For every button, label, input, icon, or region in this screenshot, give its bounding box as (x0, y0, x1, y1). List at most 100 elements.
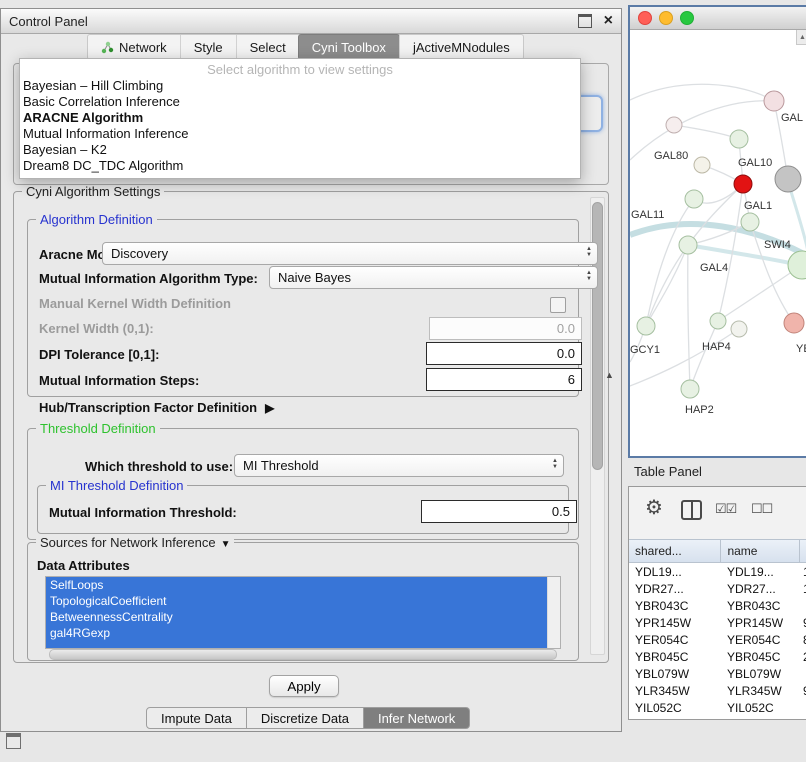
table-cell[interactable]: YBL079W (629, 667, 721, 681)
list-horizontal-scrollbar[interactable] (49, 649, 557, 660)
panel-splitter-arrow[interactable]: ▲ (605, 370, 614, 380)
attribute-list-item[interactable]: TopologicalCoefficient (46, 593, 548, 609)
tab-jactivemnodules[interactable]: jActiveMNodules (399, 35, 523, 59)
network-node[interactable] (731, 321, 747, 337)
table-cell[interactable]: YPR145W (721, 616, 799, 630)
network-window-titlebar[interactable] (630, 7, 806, 30)
table-cell[interactable]: YER054C (629, 633, 721, 647)
network-edge[interactable] (630, 329, 739, 386)
tab-network[interactable]: Network (88, 35, 180, 59)
tab-style[interactable]: Style (180, 35, 236, 59)
column-header[interactable]: shared... (629, 540, 721, 562)
close-icon[interactable]: × (604, 13, 613, 29)
network-node[interactable] (784, 313, 804, 333)
dropdown-item[interactable]: Dream8 DC_TDC Algorithm (20, 158, 580, 174)
table-row[interactable]: YDL19...YDL19...13 (629, 563, 806, 580)
network-edge[interactable] (674, 125, 739, 139)
deselect-all-columns-icon[interactable]: ☐☐ (751, 501, 772, 517)
gear-icon[interactable]: ⚙ (645, 495, 663, 520)
column-header[interactable] (800, 540, 806, 562)
network-node[interactable] (679, 236, 697, 254)
list-scrollbar-track[interactable] (547, 577, 560, 648)
data-attributes-list[interactable]: SelfLoopsTopologicalCoefficientBetweenne… (45, 576, 561, 649)
dropdown-item[interactable]: Mutual Information Inference (20, 126, 580, 142)
table-cell[interactable]: 9. (799, 684, 806, 698)
table-row[interactable]: YLR345WYLR345W9. (629, 682, 806, 699)
dropdown-item[interactable]: Basic Correlation Inference (20, 94, 580, 110)
table-row[interactable]: YBL079WYBL079W (629, 665, 806, 682)
attribute-list-item[interactable]: gal4RGexp (46, 625, 548, 641)
network-node[interactable] (741, 213, 759, 231)
network-canvas[interactable]: GALGAL80GAL10GAL11GAL1SWI4GAL4GCY1HAP4YE… (630, 30, 806, 455)
table-cell[interactable]: YLR345W (629, 684, 721, 698)
network-node[interactable] (637, 317, 655, 335)
mi-threshold-field[interactable]: 0.5 (421, 500, 577, 523)
canvas-scroll-up-button[interactable]: ▲ (796, 30, 806, 45)
tab-impute-data[interactable]: Impute Data (146, 707, 247, 729)
tab-discretize-data[interactable]: Discretize Data (247, 707, 364, 729)
apply-button[interactable]: Apply (269, 675, 339, 697)
mi-steps-field[interactable]: 6 (426, 368, 582, 391)
attribute-list-item[interactable]: SelfLoops (46, 577, 548, 593)
table-cell[interactable]: 12 (799, 582, 806, 596)
dropdown-item-selected[interactable]: ARACNE Algorithm (20, 110, 580, 126)
table-row[interactable]: YIL052CYIL052C (629, 699, 806, 716)
attribute-list-item[interactable]: BetweennessCentrality (46, 609, 548, 625)
table-cell[interactable]: YER054C (721, 633, 799, 647)
table-cell[interactable]: YBR045C (629, 650, 721, 664)
table-cell[interactable]: YBR045C (721, 650, 799, 664)
network-node[interactable] (764, 91, 784, 111)
which-threshold-select[interactable]: MI Threshold ▲▼ (234, 454, 564, 477)
network-node[interactable] (666, 117, 682, 133)
table-cell[interactable]: YIL052C (629, 701, 721, 715)
dropdown-item[interactable]: Bayesian – Hill Climbing (20, 78, 580, 94)
table-cell[interactable]: YDR27... (629, 582, 721, 596)
table-cell[interactable]: 2 (799, 650, 806, 664)
table-row[interactable]: YDR27...YDR27...12 (629, 580, 806, 597)
network-edge[interactable] (690, 321, 718, 389)
column-header[interactable]: name (721, 540, 800, 562)
tab-cyni-toolbox[interactable]: Cyni Toolbox (298, 34, 400, 60)
control-panel-titlebar[interactable]: Control Panel × (1, 9, 621, 34)
network-node[interactable] (775, 166, 801, 192)
table-cell[interactable]: 13 (799, 565, 806, 579)
aracne-mode-select[interactable]: Discovery ▲▼ (102, 242, 598, 265)
kernel-width-field[interactable]: 0.0 (429, 317, 582, 340)
network-node[interactable] (685, 190, 703, 208)
network-edge[interactable] (688, 245, 690, 389)
table-cell[interactable]: YLR345W (721, 684, 799, 698)
tab-select[interactable]: Select (236, 35, 299, 59)
table-cell[interactable]: YDL19... (721, 565, 799, 579)
table-cell[interactable]: YPR145W (629, 616, 721, 630)
network-node[interactable] (788, 251, 806, 279)
manual-kernel-checkbox[interactable] (550, 297, 566, 313)
table-cell[interactable]: YBL079W (721, 667, 799, 681)
dropdown-item[interactable]: Bayesian – K2 (20, 142, 580, 158)
table-row[interactable]: YPR145WYPR145W9. (629, 614, 806, 631)
zoom-traffic-light[interactable] (680, 11, 694, 25)
tab-infer-network[interactable]: Infer Network (364, 707, 470, 729)
table-cell[interactable]: 8. (799, 633, 806, 647)
sources-toggle[interactable]: Sources for Network Inference▼ (36, 535, 234, 552)
mi-type-select[interactable]: Naive Bayes ▲▼ (269, 266, 598, 289)
network-node[interactable] (730, 130, 748, 148)
select-all-columns-icon[interactable]: ☑☑ (715, 501, 736, 517)
table-cell[interactable]: YBR043C (629, 599, 721, 613)
network-edge[interactable] (630, 84, 774, 101)
network-edge[interactable] (718, 265, 802, 321)
hub-definition-toggle[interactable]: Hub/Transcription Factor Definition▶ (39, 400, 274, 416)
table-cell[interactable]: 9. (799, 616, 806, 630)
network-node[interactable] (734, 175, 752, 193)
minimize-traffic-light[interactable] (659, 11, 673, 25)
columns-icon[interactable] (681, 500, 702, 520)
network-node[interactable] (681, 380, 699, 398)
network-node[interactable] (694, 157, 710, 173)
network-node[interactable] (710, 313, 726, 329)
table-row[interactable]: YBR043CYBR043C (629, 597, 806, 614)
network-canvas-svg[interactable]: GALGAL80GAL10GAL11GAL1SWI4GAL4GCY1HAP4YE… (630, 30, 806, 455)
float-window-icon[interactable] (578, 14, 592, 28)
close-traffic-light[interactable] (638, 11, 652, 25)
table-row[interactable]: YBR045CYBR045C2 (629, 648, 806, 665)
attribute-list-item-partial[interactable] (46, 641, 548, 648)
minimized-panel-icon[interactable] (6, 733, 21, 749)
